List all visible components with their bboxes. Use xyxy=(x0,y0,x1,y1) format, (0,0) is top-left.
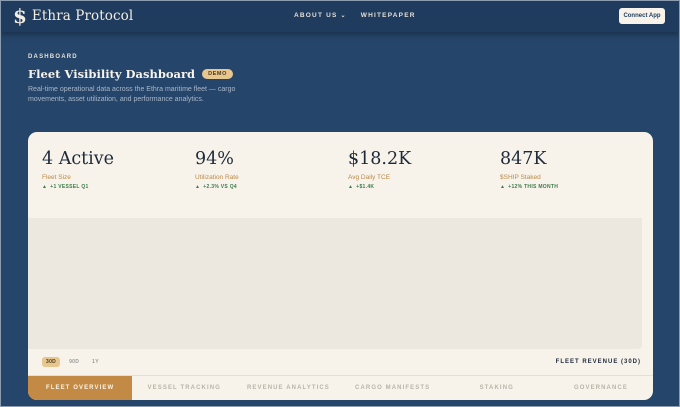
stat-delta-text: +1 VESSEL Q1 xyxy=(50,184,89,190)
stat-label: Utilization Rate xyxy=(195,174,239,181)
stat-value: $18.2K xyxy=(348,149,412,169)
brand-logo[interactable]: $ Ethra Protocol xyxy=(13,6,133,26)
range-button-1y[interactable]: 1Y xyxy=(88,357,103,367)
tab-cargo-manifests[interactable]: CARGO MANIFESTS xyxy=(341,376,445,400)
stat-fleet-size: 4 Active Fleet Size ▲ +1 VESSEL Q1 xyxy=(42,149,114,190)
nav-link-label: ABOUT US xyxy=(294,12,338,19)
tab-revenue-analytics[interactable]: REVENUE ANALYTICS xyxy=(236,376,340,400)
title-row: Fleet Visibility Dashboard DEMO xyxy=(28,67,233,81)
tab-fleet-overview[interactable]: FLEET OVERVIEW xyxy=(28,376,133,400)
arrow-up-icon: ▲ xyxy=(42,184,48,190)
stat-ship-staked: 847K $SHIP Staked ▲ +12% THIS MONTH xyxy=(500,149,558,190)
stat-delta-text: +2.3% VS Q4 xyxy=(203,184,237,190)
tab-staking[interactable]: STAKING xyxy=(445,376,549,400)
top-navbar: $ Ethra Protocol ABOUT US ⌄ WHITEPAPER C… xyxy=(0,0,680,32)
stat-value: 847K xyxy=(500,149,547,169)
stat-value: 94% xyxy=(195,149,234,169)
brand-name: Ethra Protocol xyxy=(31,8,134,24)
stat-delta: ▲ +$1.4K xyxy=(348,184,411,190)
tab-vessel-tracking[interactable]: VESSEL TRACKING xyxy=(132,376,236,400)
arrow-up-icon: ▲ xyxy=(195,184,201,190)
revenue-chart-area xyxy=(28,218,642,349)
stat-delta: ▲ +12% THIS MONTH xyxy=(500,184,558,190)
range-selector: 30D 90D 1Y xyxy=(42,357,108,367)
stat-value: 4 Active xyxy=(42,149,115,169)
arrow-up-icon: ▲ xyxy=(348,184,354,190)
page-subtitle: Real-time operational data across the Et… xyxy=(28,86,236,103)
nav-link-about-us[interactable]: ABOUT US ⌄ xyxy=(294,12,347,19)
arrow-up-icon: ▲ xyxy=(500,184,506,190)
connect-app-button[interactable]: Connect App xyxy=(619,8,665,24)
dashboard-card: 4 Active Fleet Size ▲ +1 VESSEL Q1 94% U… xyxy=(28,132,653,400)
stat-delta: ▲ +1 VESSEL Q1 xyxy=(42,184,114,190)
chart-caption: FLEET REVENUE (30D) xyxy=(555,359,641,365)
stat-delta: ▲ +2.3% VS Q4 xyxy=(195,184,239,190)
range-button-30d[interactable]: 30D xyxy=(42,357,61,367)
stat-delta-text: +12% THIS MONTH xyxy=(508,184,559,190)
page-title: Fleet Visibility Dashboard xyxy=(28,67,196,81)
stat-label: Avg Daily TCE xyxy=(348,174,391,181)
dollar-logo-icon: $ xyxy=(13,4,27,28)
nav-links: ABOUT US ⌄ WHITEPAPER xyxy=(294,12,416,19)
demo-badge: DEMO xyxy=(202,69,233,79)
stat-label: Fleet Size xyxy=(42,174,71,181)
stat-utilization-rate: 94% Utilization Rate ▲ +2.3% VS Q4 xyxy=(195,149,239,190)
page-eyebrow: DASHBOARD xyxy=(28,54,78,60)
range-button-90d[interactable]: 90D xyxy=(65,357,83,367)
nav-link-label: WHITEPAPER xyxy=(360,12,416,19)
stat-label: $SHIP Staked xyxy=(500,174,541,181)
chevron-down-icon: ⌄ xyxy=(340,13,347,19)
nav-link-whitepaper[interactable]: WHITEPAPER xyxy=(361,12,416,19)
tab-governance[interactable]: GOVERNANCE xyxy=(549,376,653,400)
dashboard-tabs: FLEET OVERVIEW VESSEL TRACKING REVENUE A… xyxy=(28,375,653,400)
stat-avg-daily-tce: $18.2K Avg Daily TCE ▲ +$1.4K xyxy=(348,149,411,190)
stat-delta-text: +$1.4K xyxy=(356,184,375,190)
